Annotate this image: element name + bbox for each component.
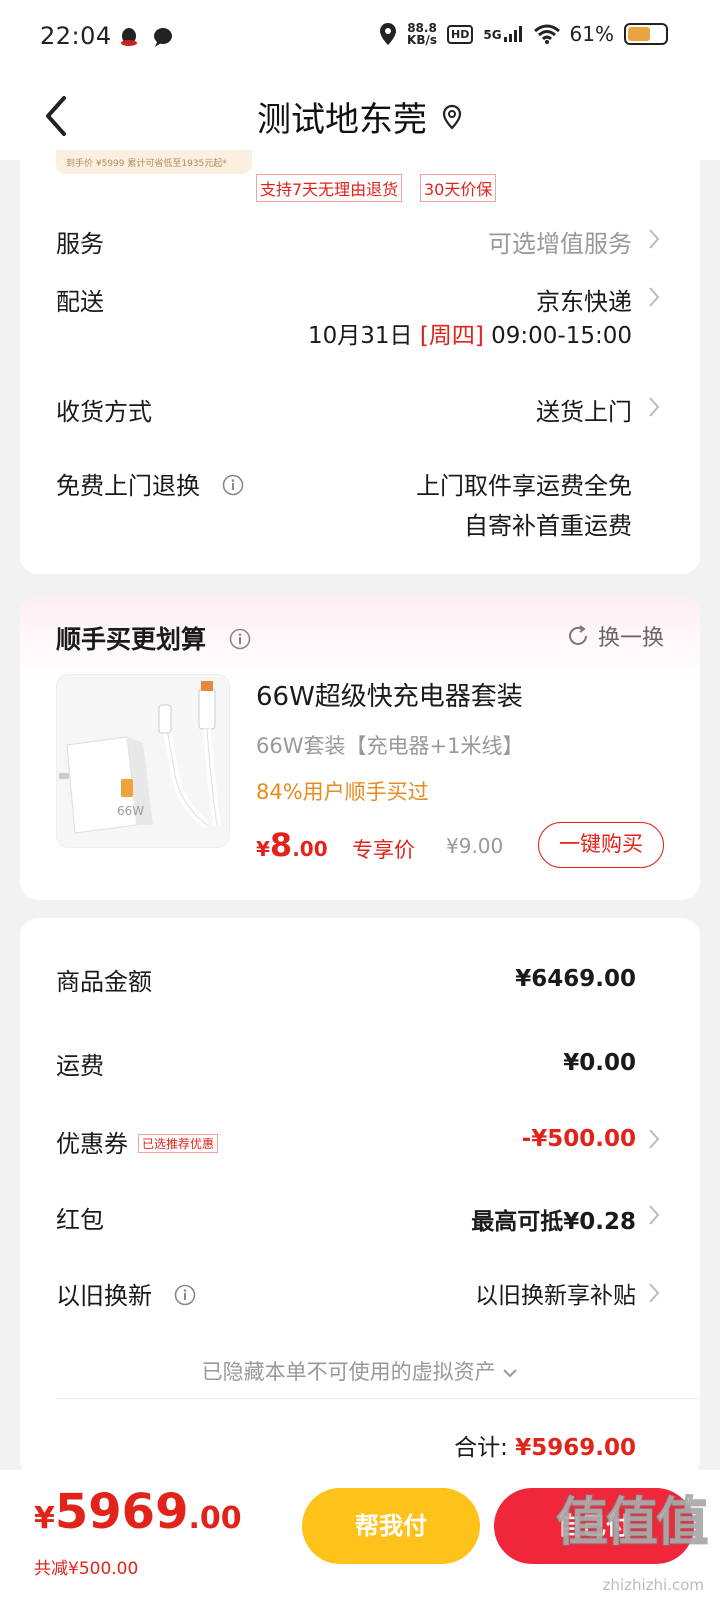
original-price: ¥9.00 <box>446 834 504 858</box>
chevron-right-icon[interactable] <box>648 1128 660 1150</box>
network-speed: 88.8 KB/s <box>407 21 437 47</box>
page-header: 测试地东莞 <box>0 72 720 160</box>
location-pin-icon[interactable] <box>441 104 463 130</box>
status-right: 88.8 KB/s HD 5G 61% <box>379 22 668 46</box>
receive-label: 收货方式 <box>56 398 152 426</box>
coupon-tag: 已选推荐优惠 <box>138 1134 219 1153</box>
divider <box>56 1398 700 1399</box>
product-image[interactable]: 66W <box>56 674 230 848</box>
chevron-down-icon <box>503 1369 518 1378</box>
status-bar: 22:04 88.8 KB/s HD 5G 61% <box>0 0 720 72</box>
price-protect-tag: 30天价保 <box>420 174 497 202</box>
product-name[interactable]: 66W超级快充电器套装 <box>256 676 523 713</box>
chevron-right-icon[interactable] <box>648 286 660 308</box>
goods-amount-value: ¥6469.00 <box>515 966 636 992</box>
watermark-url: zhizhizhi.com <box>602 1576 704 1594</box>
service-label: 服务 <box>56 230 104 258</box>
shipping-date[interactable]: 10月31日 [周四] 09:00-15:00 <box>308 316 632 350</box>
delivery-card: 到手价 ¥5999 累计可省低至1935元起* 支持7天无理由退货 30天价保 … <box>20 150 700 574</box>
one-click-buy-button[interactable]: 一键购买 <box>538 822 664 868</box>
coupon-label[interactable]: 优惠券 已选推荐优惠 <box>56 1124 219 1159</box>
price-summary-card: 商品金额 ¥6469.00 运费 ¥0.00 优惠券 已选推荐优惠 -¥500.0… <box>20 918 700 1478</box>
chevron-right-icon[interactable] <box>648 1282 660 1304</box>
goods-amount-label: 商品金额 <box>56 968 152 996</box>
chevron-right-icon[interactable] <box>648 228 660 250</box>
promo-thumbnail: 到手价 ¥5999 累计可省低至1935元起* <box>56 150 252 174</box>
info-icon[interactable] <box>174 1284 196 1306</box>
status-time: 22:04 <box>40 22 112 50</box>
battery-percent: 61% <box>569 22 614 46</box>
product-price: ¥8.00 <box>256 826 328 864</box>
refresh-icon <box>569 625 587 645</box>
total-value: ¥5969.00 <box>515 1435 636 1461</box>
exclusive-price-label: 专享价 <box>352 838 415 862</box>
trade-in-value[interactable]: 以旧换新享补贴 <box>475 1276 636 1310</box>
total-line: 合计: ¥5969.00 <box>454 1435 636 1461</box>
coupon-value[interactable]: -¥500.00 <box>522 1126 636 1152</box>
shipping-label: 配送 <box>56 288 104 316</box>
info-icon[interactable] <box>229 628 251 650</box>
return-tag: 支持7天无理由退货 <box>256 174 403 202</box>
notification-icons <box>118 26 174 48</box>
battery-icon <box>624 23 668 45</box>
red-packet-value[interactable]: 最高可抵¥0.28 <box>471 1202 636 1236</box>
freight-label: 运费 <box>56 1052 104 1080</box>
chevron-right-icon[interactable] <box>648 396 660 418</box>
payable-price: ¥5969.00 <box>34 1484 242 1540</box>
service-value[interactable]: 可选增值服务 <box>488 224 632 259</box>
receive-value[interactable]: 送货上门 <box>536 392 632 427</box>
hidden-assets-toggle[interactable]: 已隐藏本单不可使用的虚拟资产 <box>20 1356 700 1386</box>
page-title: 测试地东莞 <box>257 100 427 140</box>
qq-icon <box>121 28 137 46</box>
location-icon <box>380 23 397 45</box>
page-title-container: 测试地东莞 <box>0 92 720 141</box>
chat-icon <box>153 28 172 47</box>
addon-title: 顺手买更划算 <box>56 620 251 656</box>
product-spec: 66W套装【充电器+1米线】 <box>256 734 524 758</box>
free-return-line2: 自寄补首重运费 <box>464 512 632 540</box>
free-return-line1: 上门取件享运费全免 <box>416 472 632 500</box>
free-return-label: 免费上门退换 <box>56 466 244 501</box>
hd-icon: HD <box>447 24 474 44</box>
refresh-button[interactable]: 换一换 <box>566 620 664 652</box>
freight-value: ¥0.00 <box>563 1050 636 1076</box>
addon-card: 顺手买更划算 换一换 66W 66W超级快充电器套装 66W套装【充电器+1米线… <box>20 596 700 900</box>
red-packet-label: 红包 <box>56 1206 104 1234</box>
chevron-right-icon[interactable] <box>648 1204 660 1226</box>
signal-5g-icon: 5G <box>483 26 523 42</box>
charger-badge: 66W <box>117 804 144 818</box>
total-reduced: 共减¥500.00 <box>34 1559 139 1579</box>
info-icon[interactable] <box>222 474 244 496</box>
help-me-pay-button[interactable]: 帮我付 <box>302 1488 480 1564</box>
shipping-value[interactable]: 京东快递 <box>536 282 632 317</box>
watermark-logo: 值值值 <box>555 1492 709 1554</box>
product-popularity: 84%用户顺手买过 <box>256 780 429 804</box>
trade-in-label: 以旧换新 <box>56 1276 196 1311</box>
checkout-bar: ¥5969.00 共减¥500.00 帮我付 自己付 值值值 zhizhizhi… <box>0 1470 720 1600</box>
wifi-icon <box>533 24 560 44</box>
